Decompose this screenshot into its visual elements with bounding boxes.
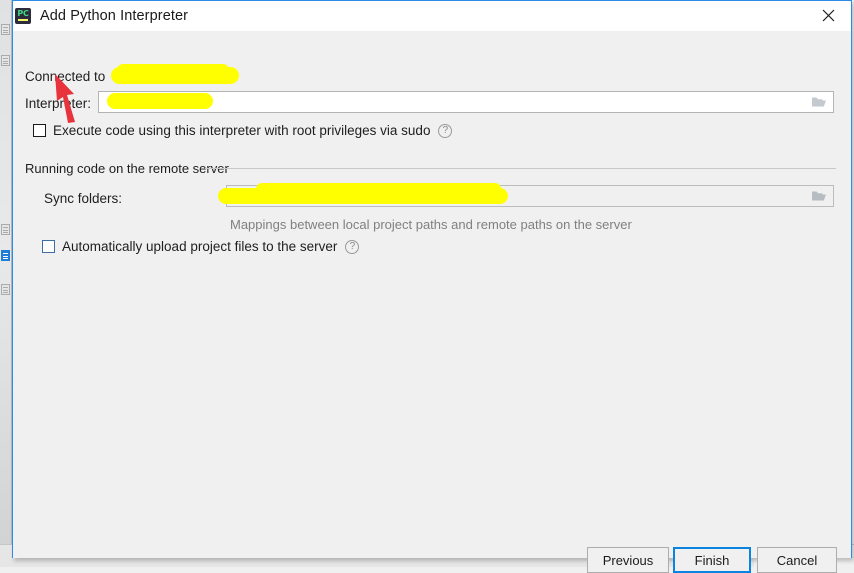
sudo-checkbox[interactable]: [33, 124, 46, 137]
connected-to-value-redacted: [117, 64, 229, 76]
dialog-title-bar: PC Add Python Interpreter: [13, 1, 851, 31]
dialog-body: Connected to Interpreter: Execute code u…: [13, 31, 851, 573]
folder-browse-icon[interactable]: [811, 95, 827, 109]
close-icon[interactable]: [806, 1, 851, 30]
connected-to-label: Connected to: [25, 69, 106, 84]
cancel-button[interactable]: Cancel: [757, 547, 837, 573]
interpreter-label: Interpreter:: [25, 96, 92, 111]
tool-window-icon[interactable]: [1, 24, 10, 35]
page-title: Add Python Interpreter: [40, 8, 189, 24]
auto-upload-checkbox-row[interactable]: Automatically upload project files to th…: [42, 239, 360, 254]
auto-upload-checkbox[interactable]: [42, 240, 55, 253]
auto-upload-checkbox-label: Automatically upload project files to th…: [62, 239, 338, 254]
pycharm-icon-bar: [18, 19, 28, 21]
tool-window-icon[interactable]: [1, 224, 10, 235]
sync-folders-label: Sync folders:: [44, 191, 123, 206]
group-separator-line: [205, 168, 836, 169]
finish-button[interactable]: Finish: [673, 547, 751, 573]
sync-folders-value-redacted: [256, 183, 501, 195]
pycharm-icon-text: PC: [17, 9, 29, 18]
tool-window-icon-selected[interactable]: [1, 250, 10, 261]
interpreter-value-redacted: [107, 93, 213, 109]
folder-browse-icon[interactable]: [811, 189, 827, 203]
sync-folders-hint: Mappings between local project paths and…: [230, 217, 632, 232]
previous-button[interactable]: Previous: [587, 547, 669, 573]
tool-window-icon[interactable]: [1, 284, 10, 295]
pycharm-icon: PC: [15, 8, 31, 24]
sudo-checkbox-label: Execute code using this interpreter with…: [53, 123, 431, 138]
add-python-interpreter-dialog: PC Add Python Interpreter Connected to I…: [12, 0, 852, 573]
tool-window-icon[interactable]: [1, 55, 10, 66]
sudo-checkbox-row[interactable]: Execute code using this interpreter with…: [33, 123, 453, 138]
ide-tool-window-strip[interactable]: [0, 0, 12, 567]
help-icon[interactable]: ?: [345, 239, 360, 254]
help-icon[interactable]: ?: [438, 123, 453, 138]
